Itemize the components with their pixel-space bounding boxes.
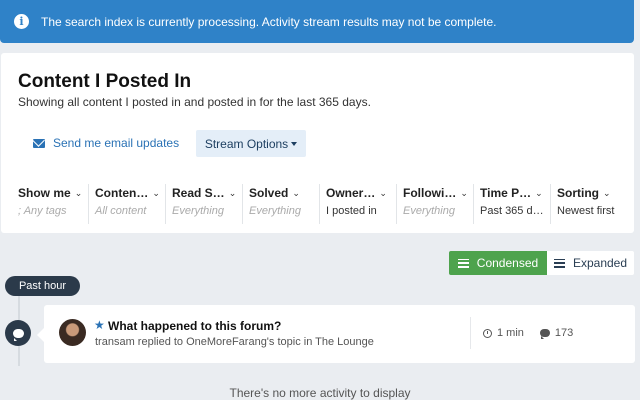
page-subtitle: Showing all content I posted in and post… [18,95,371,109]
info-icon: i [14,14,29,29]
filter-label: Show me [18,186,71,200]
filter-read-status[interactable]: Read S… ⌄ Everything [165,184,242,224]
filter-value: Everything [403,205,455,217]
clock-icon [483,328,492,338]
chevron-down-icon: ⌄ [460,187,468,198]
chevron-down-icon: ⌄ [152,187,160,198]
caret-down-icon [291,141,298,146]
activity-stats: 1 min 173 [470,317,620,349]
filter-label: Time P… [480,186,532,200]
filter-sorting[interactable]: Sorting ⌄ Newest first [550,184,630,224]
activity-time: 1 min [497,327,524,339]
chevron-down-icon: ⌄ [228,187,237,198]
filter-label: Sorting [557,186,599,200]
activity-replies: 173 [554,327,574,339]
condensed-label: Condensed [476,256,539,270]
page-title: Content I Posted In [18,71,192,92]
stream-options-label: Stream Options [204,136,289,151]
filter-ownership[interactable]: Owner… ⌄ I posted in [319,184,396,224]
email-updates-label: Send me email updates [53,136,180,150]
star-icon: ★ [94,318,105,332]
email-updates-button[interactable]: Send me email updates [33,130,179,156]
comment-icon [5,320,31,346]
filter-value: Newest first [557,205,615,217]
envelope-icon [33,138,45,148]
activity-item[interactable]: ★ What happened to this forum? transam r… [37,305,635,363]
chevron-down-icon: ⌄ [292,187,300,198]
filter-solved[interactable]: Solved ⌄ Everything [242,184,319,224]
search-index-alert: i The search index is currently processi… [0,0,634,43]
end-of-stream-message: There's no more activity to display [229,386,411,400]
filter-label: Conten… [95,186,149,200]
expanded-view-button[interactable]: Expanded [547,251,634,275]
chevron-down-icon: ⌄ [603,187,611,198]
replies-icon [539,329,550,339]
view-mode-toggle: Condensed Expanded [449,251,634,275]
filter-label: Read S… [172,186,225,200]
time-group-badge: Past hour [5,276,80,296]
filter-time-period[interactable]: Time P… ⌄ Past 365 d… [473,184,550,224]
activity-subtitle: transam replied to OneMoreFarang's topic… [95,336,374,348]
chevron-down-icon: ⌄ [379,187,387,198]
filter-following[interactable]: Followi… ⌄ Everything [396,184,473,224]
filter-label: Followi… [403,186,457,200]
filter-label: Solved [249,186,289,200]
alert-message: The search index is currently processing… [41,14,497,29]
condensed-list-icon [457,258,469,268]
stream-filters: Show me ⌄ ; Any tags Conten… ⌄ All content… [1,184,634,224]
activity-title[interactable]: What happened to this forum? [108,319,281,333]
chevron-down-icon: ⌄ [535,187,543,198]
filter-value: Past 365 d… [480,205,544,217]
filter-value: I posted in [326,205,377,217]
chevron-down-icon: ⌄ [74,187,83,198]
filter-show-me[interactable]: Show me ⌄ ; Any tags [12,184,88,224]
avatar[interactable] [59,319,86,346]
stream-options-button[interactable]: Stream Options [196,130,306,157]
expanded-label: Expanded [572,256,628,270]
filter-value: ; Any tags [18,205,67,217]
filter-value: Everything [249,205,301,217]
filter-content-type[interactable]: Conten… ⌄ All content [88,184,165,224]
stream-header-card: Content I Posted In Showing all content … [1,53,634,233]
filter-value: All content [95,205,147,217]
filter-value: Everything [172,205,224,217]
expanded-list-icon [553,258,565,268]
filter-label: Owner… [326,186,376,200]
condensed-view-button[interactable]: Condensed [449,251,547,275]
